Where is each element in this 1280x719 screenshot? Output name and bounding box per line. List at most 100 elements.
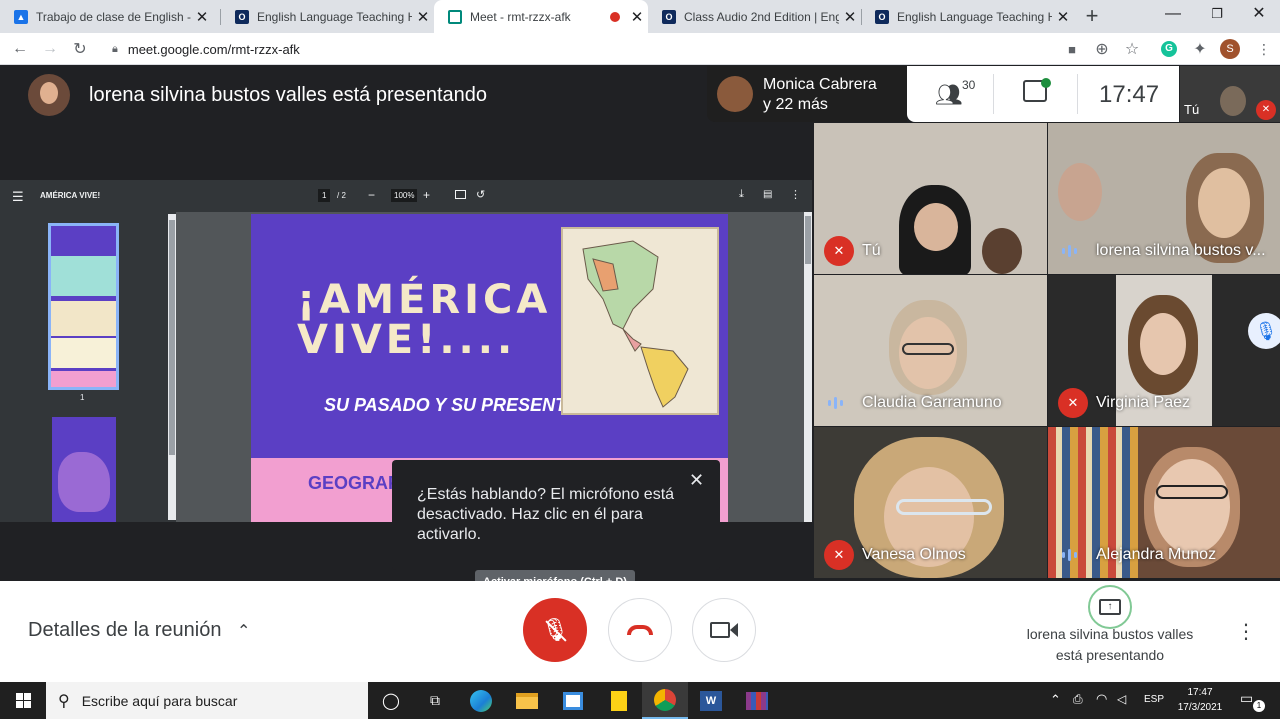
forward-arrow-icon[interactable]: → xyxy=(36,33,64,65)
store-icon[interactable] xyxy=(550,682,596,719)
volume-icon[interactable]: ◁ xyxy=(1117,692,1126,706)
page-thumbnail-1[interactable] xyxy=(48,223,119,390)
zoom-out-icon[interactable]: − xyxy=(368,188,375,202)
tab-title: English Language Teaching Ho xyxy=(257,9,412,24)
mic-muted-tooltip: ¿Estás hablando? El micrófono está desac… xyxy=(392,460,720,570)
lock-icon: 🔒︎ xyxy=(112,42,118,55)
tab-title: English Language Teaching Ho xyxy=(897,9,1052,24)
chat-unread-dot xyxy=(1041,78,1051,88)
presenter-avatar xyxy=(28,74,70,116)
edge-icon[interactable] xyxy=(458,682,504,719)
task-view-icon[interactable]: ⧉ xyxy=(412,682,458,719)
minimize-button[interactable]: — xyxy=(1152,0,1194,28)
tab-oxford[interactable]: O English Language Teaching Ho ✕ xyxy=(221,0,434,33)
print-icon[interactable]: ▤ xyxy=(763,189,772,200)
notifications-icon[interactable]: ▭ xyxy=(1240,690,1253,707)
pdf-zoom-input[interactable]: 100% xyxy=(391,189,418,202)
participant-tile[interactable]: Alejandra Munoz xyxy=(1048,427,1280,578)
taskbar-search-box[interactable]: ⚲ Escribe aquí para buscar xyxy=(46,682,368,719)
close-icon[interactable]: ✕ xyxy=(839,8,861,26)
cortana-icon[interactable]: ◯ xyxy=(368,682,414,719)
tab-meet[interactable]: Meet - rmt-rzzx-afk ✕ xyxy=(434,0,648,33)
pdf-scrollbar[interactable] xyxy=(804,212,812,522)
leave-call-button[interactable] xyxy=(608,598,672,662)
profile-avatar[interactable]: S xyxy=(1220,39,1240,59)
participant-tile[interactable]: lorena silvina bustos v... xyxy=(1048,123,1280,274)
participant-name: Alejandra Munoz xyxy=(1096,546,1217,563)
bookmark-star-icon[interactable]: ☆ xyxy=(1118,33,1146,65)
meeting-details-button[interactable]: Detalles de la reunión ⌃ xyxy=(28,619,250,642)
tab-title: Class Audio 2nd Edition | Englis xyxy=(684,9,839,24)
pdf-more-icon[interactable]: ⋮ xyxy=(790,188,801,201)
camera-toggle-button[interactable] xyxy=(692,598,756,662)
thumbnail-scrollbar[interactable] xyxy=(168,214,176,520)
windows-start-icon[interactable] xyxy=(0,682,46,719)
winrar-icon[interactable] xyxy=(734,682,780,719)
slide-title-line1: ¡AMÉRICA xyxy=(297,277,552,323)
browser-menu-icon[interactable]: ⋮ xyxy=(1250,33,1278,65)
meeting-clock: 17:47 xyxy=(1099,81,1160,108)
grammarly-icon[interactable]: G xyxy=(1161,41,1177,57)
divider xyxy=(993,74,994,114)
participant-name: Monica Cabrera xyxy=(763,76,877,93)
back-arrow-icon[interactable]: ← xyxy=(6,33,34,65)
browser-tab-strip: ▲ Trabajo de clase de English - 2 ✕ O En… xyxy=(0,0,1280,33)
chrome-icon[interactable] xyxy=(642,682,688,719)
slide-subtitle: SU PASADO Y SU PRESENTE xyxy=(324,395,579,415)
participant-more: y 22 más xyxy=(763,96,828,113)
present-now-button[interactable]: ↑ xyxy=(1088,585,1132,629)
more-options-icon[interactable]: ⋮ xyxy=(1236,619,1256,644)
close-icon[interactable]: ✕ xyxy=(191,8,213,26)
self-view-thumbnail[interactable]: Tú ✕ xyxy=(1180,66,1280,122)
fit-page-icon[interactable] xyxy=(455,190,466,199)
self-label: Tú xyxy=(1184,102,1200,117)
wifi-icon[interactable]: ◠ xyxy=(1096,691,1107,707)
participant-tile[interactable]: 🎙︎ ✕ Virginia Paez xyxy=(1048,275,1280,426)
meet-now-icon[interactable]: ⎙ xyxy=(1073,692,1083,707)
show-hidden-icons-icon[interactable]: ⌃ xyxy=(1050,692,1061,708)
taskbar-clock[interactable]: 17:47 17/3/2021 xyxy=(1172,685,1228,715)
zoom-in-icon[interactable]: + xyxy=(423,188,430,202)
participant-count: 30 xyxy=(962,78,976,92)
microphone-icon[interactable]: 🎙︎ xyxy=(1248,313,1280,349)
tab-title: Trabajo de clase de English - 2 xyxy=(36,9,191,24)
tab-class-audio[interactable]: O Class Audio 2nd Edition | Englis ✕ xyxy=(648,0,861,33)
pdf-menu-icon[interactable]: ☰ xyxy=(12,189,24,205)
tab-oxford-2[interactable]: O English Language Teaching Ho ✕ xyxy=(861,0,1074,33)
presenting-footer-name: lorena silvina bustos valles xyxy=(1026,626,1194,642)
zoom-icon[interactable]: ⊕ xyxy=(1088,33,1116,65)
restore-button[interactable]: ❐ xyxy=(1196,0,1238,28)
rotate-icon[interactable]: ↺ xyxy=(476,188,485,201)
close-window-button[interactable]: ✕ xyxy=(1238,0,1280,28)
thumbnail-page-number: 1 xyxy=(80,393,85,402)
close-icon[interactable]: ✕ xyxy=(1052,8,1074,26)
sticky-notes-icon[interactable] xyxy=(596,682,642,719)
participant-tile[interactable]: ✕ Vanesa Olmos xyxy=(814,427,1047,578)
slide-footer-text: GEOGRAF xyxy=(308,473,400,493)
file-explorer-icon[interactable] xyxy=(504,682,550,719)
close-icon[interactable]: ✕ xyxy=(626,8,648,26)
close-icon[interactable]: ✕ xyxy=(412,8,434,26)
pdf-page-input[interactable]: 1 xyxy=(318,189,331,202)
americas-map-image xyxy=(561,227,719,415)
close-icon[interactable]: ✕ xyxy=(689,470,704,490)
participant-tile[interactable]: ✕ Tú xyxy=(814,123,1047,274)
meet-top-controls: 👥︎ 30 17:47 xyxy=(907,66,1179,122)
reload-icon[interactable]: ↻ xyxy=(66,33,94,65)
participants-summary[interactable]: Monica Cabrera y 22 más xyxy=(707,66,907,122)
address-bar[interactable]: 🔒︎ meet.google.com/rmt-rzzx-afk xyxy=(102,37,1152,61)
language-indicator[interactable]: ESP xyxy=(1144,694,1164,705)
new-tab-button[interactable]: + xyxy=(1078,4,1106,28)
people-icon[interactable]: 👥︎ xyxy=(935,82,963,108)
participant-tile[interactable]: Claudia Garramuno xyxy=(814,275,1047,426)
clock-date: 17/3/2021 xyxy=(1177,702,1223,713)
extensions-puzzle-icon[interactable]: ✦ xyxy=(1186,33,1214,65)
camera-icon[interactable]: ■ xyxy=(1058,33,1086,65)
word-icon[interactable]: W xyxy=(688,682,734,719)
tab-classroom[interactable]: ▲ Trabajo de clase de English - 2 ✕ xyxy=(0,0,213,33)
google-classroom-icon: ▲ xyxy=(14,9,28,24)
mic-toggle-button[interactable]: 🎙︎ xyxy=(523,598,587,662)
divider xyxy=(1077,74,1078,114)
download-icon[interactable]: ⤓ xyxy=(739,188,744,201)
page-thumbnail-2[interactable] xyxy=(52,417,116,522)
